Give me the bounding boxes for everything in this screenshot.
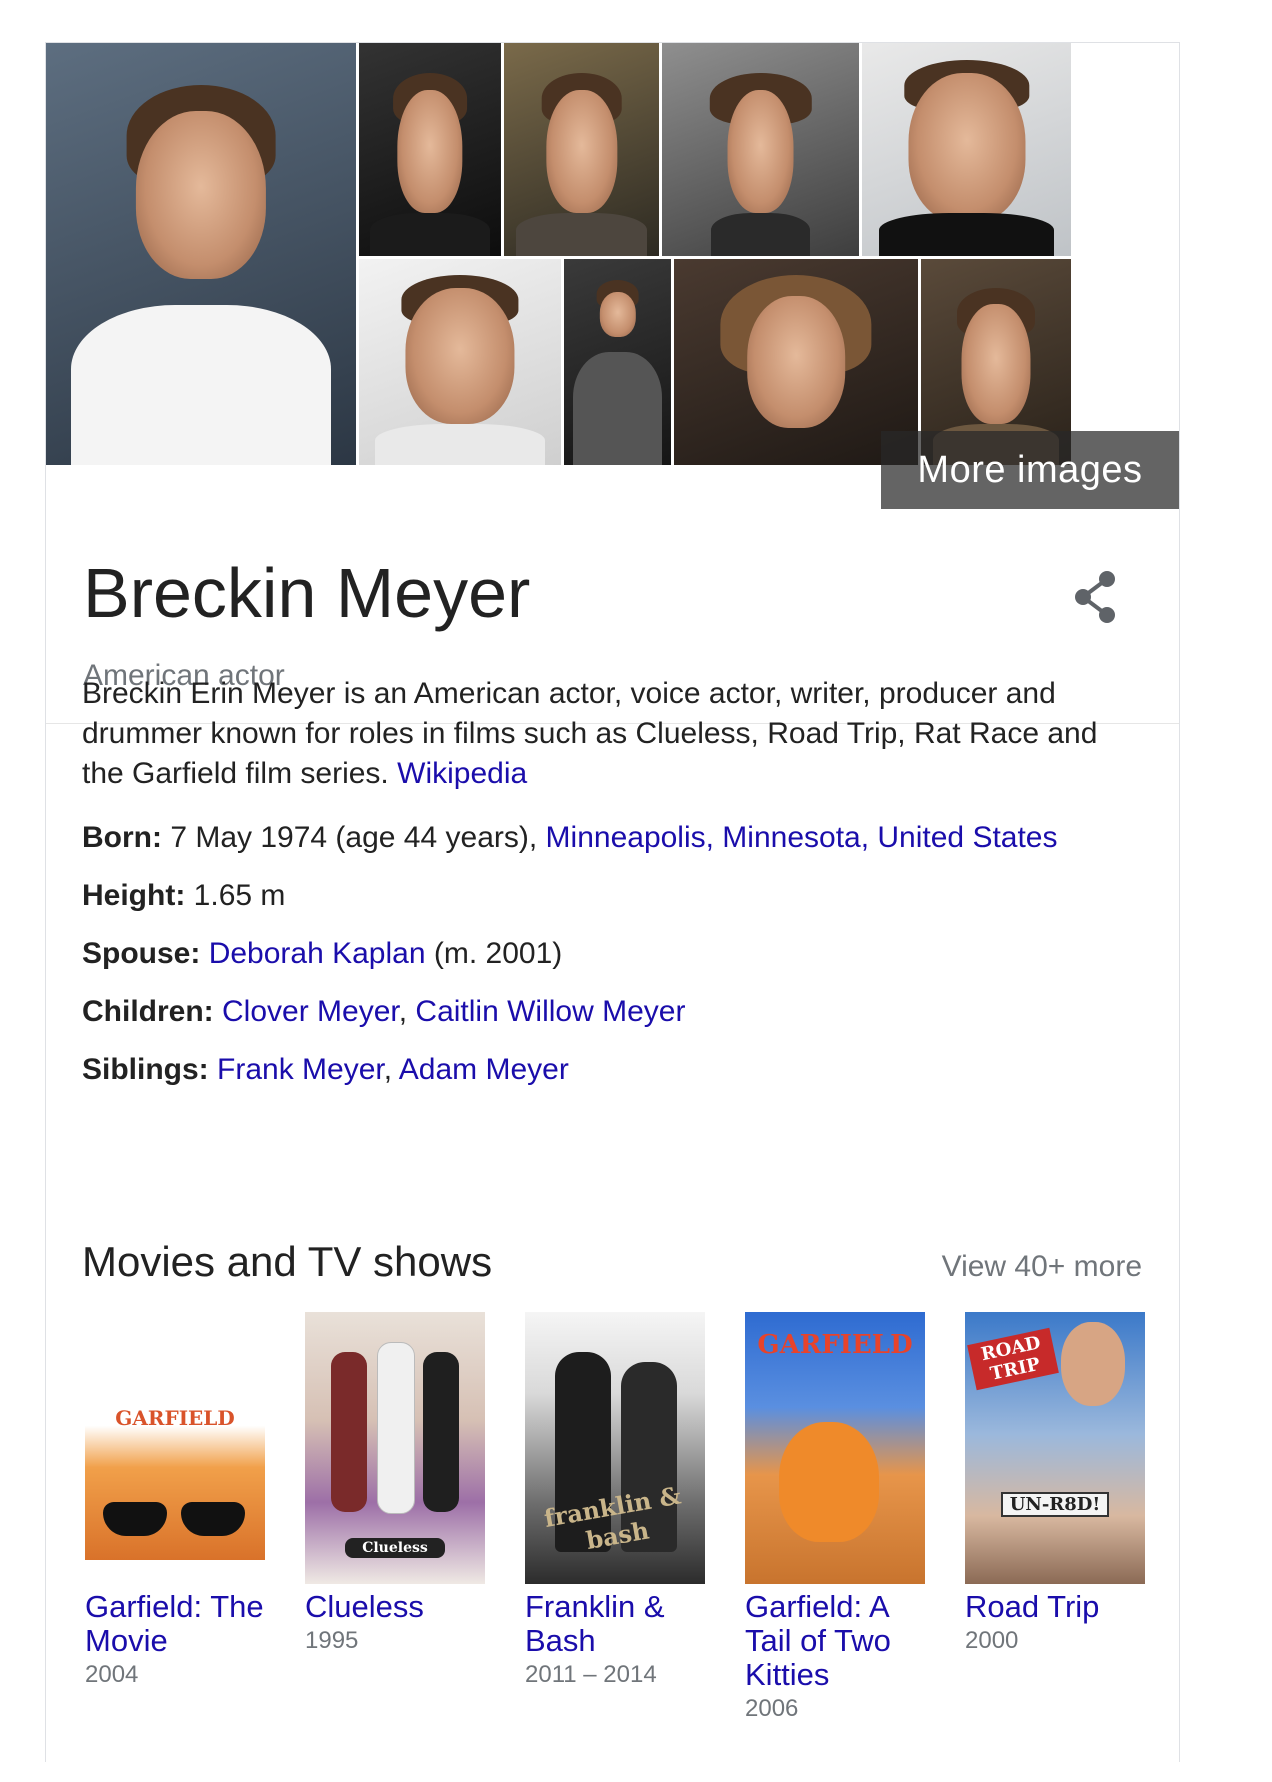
movie-poster[interactable]: Clueless (305, 1312, 485, 1584)
sibling-link[interactable]: Adam Meyer (399, 1053, 569, 1086)
fact-born: Born: 7 May 1974 (age 44 years), Minneap… (82, 818, 1162, 876)
sibling-link[interactable]: Frank Meyer (217, 1053, 384, 1086)
poster-title: franklin & bash (541, 1480, 684, 1556)
sunglasses-shape (103, 1502, 167, 1536)
movies-heading: Movies and TV shows (82, 1238, 493, 1285)
photo-3[interactable] (504, 43, 659, 256)
poster-figure (1061, 1322, 1125, 1406)
poster-sign: UN-R8D! (1001, 1492, 1109, 1517)
movie-title-text: Franklin & Bash (525, 1589, 665, 1658)
fact-label: Siblings: (82, 1053, 209, 1086)
fact-value: (m. 2001) (433, 937, 563, 970)
fact-label: Born: (82, 821, 162, 854)
movie-year: 2004 (85, 1661, 139, 1688)
poster-figure (423, 1352, 459, 1512)
separator: , (398, 995, 416, 1028)
fact-siblings: Siblings: Frank Meyer, Adam Meyer (82, 1050, 1162, 1108)
more-images-button[interactable]: More images (881, 431, 1179, 509)
movie-poster[interactable]: GARFIELD (85, 1392, 265, 1560)
entity-title: Breckin Meyer (83, 554, 531, 632)
movie-poster[interactable]: GARFIELD (745, 1312, 925, 1584)
movie-title[interactable]: Garfield: A Tail of Two Kitties 2006 (745, 1590, 935, 1726)
facts-list: Born: 7 May 1974 (age 44 years), Minneap… (82, 818, 1162, 1108)
born-place-link[interactable]: Minneapolis, Minnesota, United States (546, 821, 1058, 854)
entity-description: Breckin Erin Meyer is an American actor,… (82, 674, 1142, 794)
movie-poster[interactable]: franklin & bash (525, 1312, 705, 1584)
photo-5[interactable] (862, 43, 1071, 256)
movie-title-text: Garfield: A Tail of Two Kitties (745, 1589, 891, 1692)
movie-year: 2011 – 2014 (525, 1661, 657, 1688)
fact-height: Height: 1.65 m (82, 876, 1162, 934)
fact-label: Children: (82, 995, 214, 1028)
movie-year: 2000 (965, 1627, 1019, 1654)
child-link[interactable]: Clover Meyer (222, 995, 399, 1028)
movie-title[interactable]: Clueless 1995 (305, 1590, 495, 1658)
main-photo[interactable] (46, 43, 356, 465)
movie-title-text: Clueless (305, 1589, 424, 1624)
separator: , (383, 1053, 399, 1086)
movie-title[interactable]: Road Trip 2000 (965, 1590, 1155, 1658)
photo-7[interactable] (564, 259, 671, 465)
fact-spouse: Spouse: Deborah Kaplan (m. 2001) (82, 934, 1162, 992)
movie-year: 2006 (745, 1695, 799, 1722)
photo-4[interactable] (662, 43, 859, 256)
poster-figure (779, 1422, 879, 1542)
poster-figure (331, 1352, 367, 1512)
share-button[interactable] (1071, 569, 1119, 625)
fact-value: 7 May 1974 (age 44 years), (170, 821, 538, 854)
movies-carousel: GARFIELD Garfield: The Movie 2004 Cluele… (85, 1312, 1165, 1782)
spouse-link[interactable]: Deborah Kaplan (209, 937, 426, 970)
fact-value: 1.65 m (193, 879, 286, 912)
fact-label: Spouse: (82, 937, 201, 970)
sunglasses-shape (181, 1502, 245, 1536)
movie-title-text: Road Trip (965, 1589, 1100, 1624)
fact-children: Children: Clover Meyer, Caitlin Willow M… (82, 992, 1162, 1050)
poster-title: GARFIELD (757, 1330, 913, 1360)
poster-title: GARFIELD (115, 1406, 235, 1430)
poster-title: Clueless (345, 1538, 445, 1558)
fact-label: Height: (82, 879, 186, 912)
more-images-label: More images (917, 448, 1143, 491)
wikipedia-link[interactable]: Wikipedia (397, 757, 527, 790)
poster-figure (377, 1342, 415, 1514)
image-collage: More images (46, 43, 1179, 509)
movie-year: 1995 (305, 1627, 359, 1654)
movie-title[interactable]: Franklin & Bash 2011 – 2014 (525, 1590, 715, 1692)
movie-poster[interactable]: ROAD TRIP UN-R8D! (965, 1312, 1145, 1584)
poster-title: ROAD TRIP (967, 1327, 1059, 1391)
child-link[interactable]: Caitlin Willow Meyer (415, 995, 685, 1028)
view-more-link[interactable]: View 40+ more (942, 1250, 1142, 1284)
movie-title-text: Garfield: The Movie (85, 1589, 264, 1658)
movie-title[interactable]: Garfield: The Movie 2004 (85, 1590, 275, 1692)
share-icon (1075, 571, 1115, 623)
photo-2[interactable] (359, 43, 501, 256)
photo-6[interactable] (359, 259, 561, 465)
description-text: Breckin Erin Meyer is an American actor,… (82, 677, 1098, 790)
